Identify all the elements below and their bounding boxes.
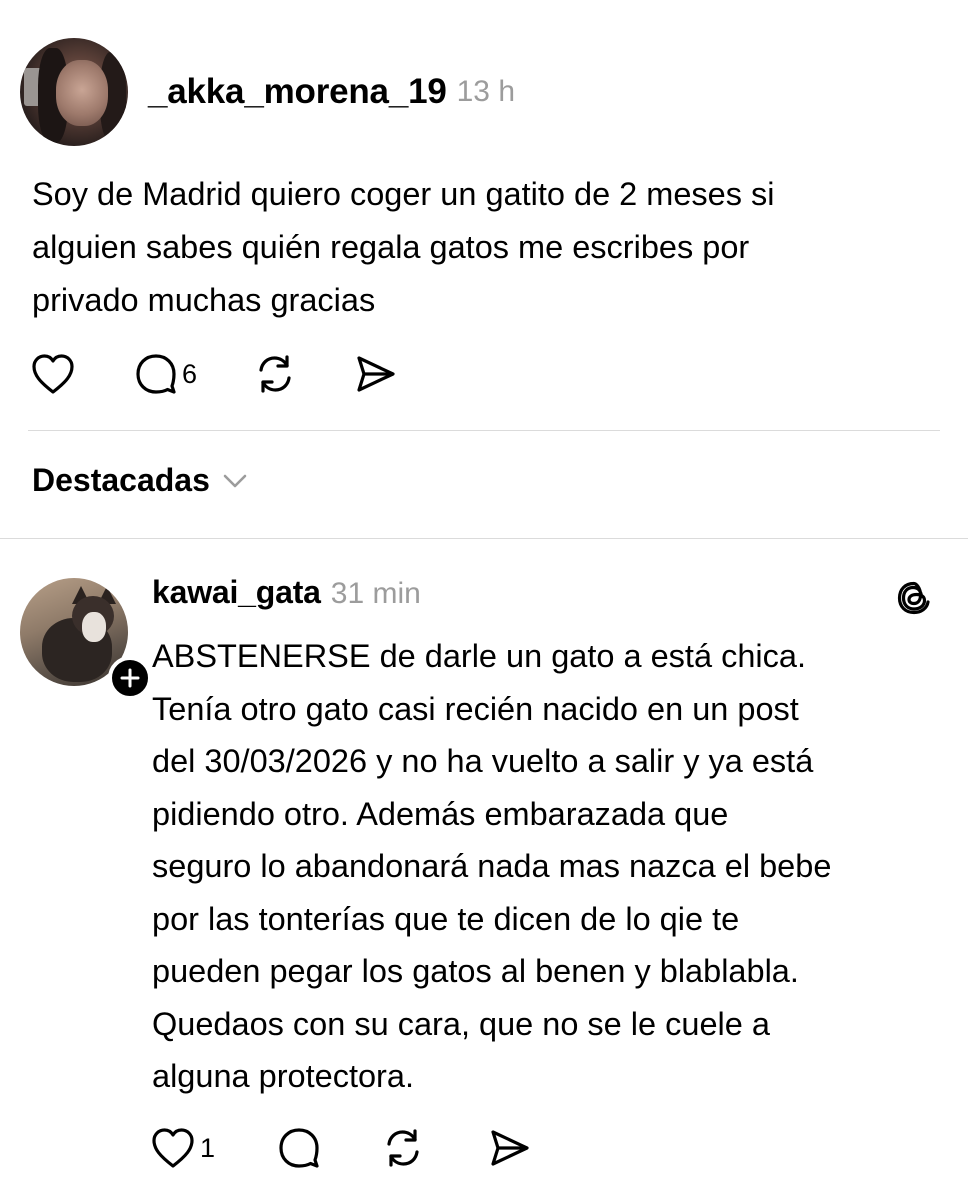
repost-icon — [259, 355, 291, 393]
post-header: _akka_morena_19 13 h — [20, 38, 515, 146]
reply-actions: 1 — [150, 1126, 531, 1170]
repost-button[interactable] — [253, 352, 297, 396]
comment-icon — [136, 354, 176, 394]
post-username[interactable]: _akka_morena_19 — [148, 72, 447, 112]
like-button[interactable] — [30, 352, 76, 396]
repost-icon — [387, 1129, 419, 1167]
comment-count: 6 — [182, 358, 198, 389]
reply-header: kawai_gata 31 min — [152, 574, 421, 611]
follow-button[interactable] — [108, 656, 152, 700]
divider — [0, 538, 968, 539]
send-icon — [357, 356, 395, 392]
reply-username[interactable]: kawai_gata — [152, 574, 321, 611]
heart-icon — [152, 1128, 194, 1168]
send-icon — [491, 1130, 529, 1166]
plus-icon — [120, 668, 140, 688]
post-timestamp: 13 h — [456, 75, 516, 108]
like-button[interactable]: 1 — [150, 1126, 215, 1170]
threads-post-page: _akka_morena_19 13 h Soy de Madrid quier… — [0, 0, 968, 1200]
comment-button[interactable] — [277, 1126, 321, 1170]
share-button[interactable] — [353, 352, 397, 396]
like-count: 1 — [200, 1132, 216, 1163]
reply-timestamp: 31 min — [330, 577, 421, 610]
share-button[interactable] — [487, 1126, 531, 1170]
comment-icon — [279, 1128, 319, 1168]
repost-button[interactable] — [381, 1126, 425, 1170]
heart-icon — [32, 354, 74, 394]
post-text: Soy de Madrid quiero coger un gatito de … — [32, 176, 775, 318]
sort-label: Destacadas — [32, 462, 210, 498]
avatar[interactable] — [20, 38, 128, 146]
divider — [28, 430, 940, 431]
reply-avatar-container — [20, 578, 152, 700]
chevron-down-icon — [223, 474, 247, 487]
reply-text: ABSTENERSE de darle un gato a está chica… — [152, 638, 832, 1094]
threads-icon[interactable] — [894, 578, 934, 618]
sort-dropdown[interactable]: Destacadas — [32, 462, 248, 499]
post-actions: 6 — [30, 352, 397, 396]
comment-button[interactable]: 6 — [134, 352, 197, 396]
